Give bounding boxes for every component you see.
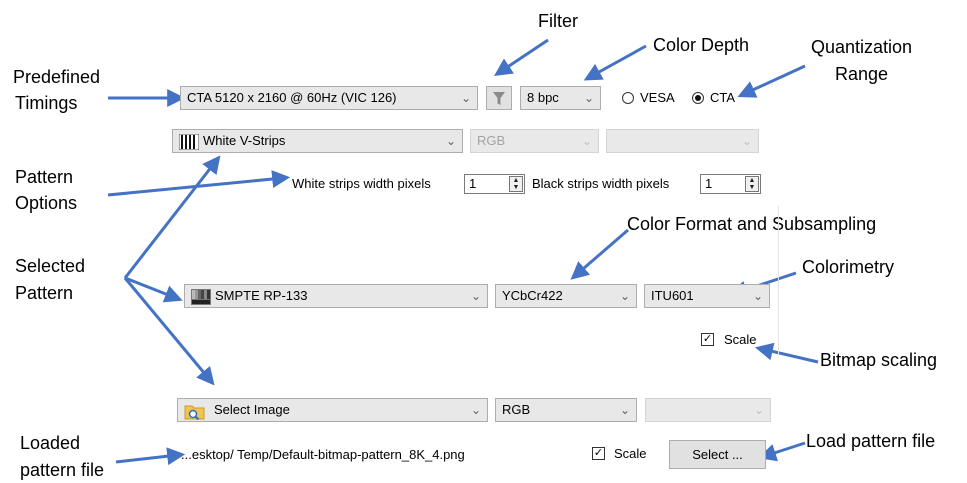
- color-format-arrow: [570, 228, 629, 280]
- chevron-down-icon: ⌄: [470, 403, 481, 417]
- timing-select-value: CTA 5120 x 2160 @ 60Hz (VIC 126): [187, 90, 397, 105]
- cta-radio[interactable]: [692, 92, 704, 104]
- vesa-label: VESA: [640, 90, 675, 105]
- color-format-select-1[interactable]: RGB ⌄: [470, 129, 599, 153]
- chevron-down-icon: ⌄: [752, 289, 763, 303]
- annotation-color-format: Color Format and Subsampling: [627, 214, 877, 234]
- selected-pattern-arrow-up: [123, 155, 221, 279]
- colorimetry-2-value: ITU601: [651, 288, 694, 303]
- colorimetry-select-2[interactable]: ITU601 ⌄: [644, 284, 770, 308]
- color-format-3-value: RGB: [502, 402, 531, 417]
- selected-pattern-arrow-mid: [124, 276, 183, 303]
- chevron-down-icon: ⌄: [445, 134, 456, 148]
- annotation-loaded-2: pattern file: [20, 460, 105, 480]
- annotation-selected-2: Pattern: [15, 283, 74, 303]
- vesa-radio[interactable]: [622, 92, 634, 104]
- chevron-down-icon: ⌄: [583, 91, 594, 105]
- chevron-down-icon: ⌄: [619, 289, 630, 303]
- scale-label-3: Scale: [614, 446, 647, 461]
- stepper-arrows-icon[interactable]: ▲ ▼: [509, 176, 523, 192]
- white-strips-stepper[interactable]: 1 ▲ ▼: [464, 174, 525, 194]
- color-format-select-2[interactable]: YCbCr422 ⌄: [495, 284, 637, 308]
- chevron-down-icon: ⌄: [460, 91, 471, 105]
- black-strips-value: 1: [705, 176, 713, 191]
- filter-button[interactable]: [486, 86, 512, 110]
- white-strips-value: 1: [469, 176, 477, 191]
- chevron-down-icon: ⌄: [741, 134, 752, 148]
- color-format-select-3[interactable]: RGB ⌄: [495, 398, 637, 422]
- stepper-arrows-icon[interactable]: ▲ ▼: [745, 176, 759, 192]
- folder-search-icon: [184, 405, 205, 420]
- scale-label-2: Scale: [724, 332, 757, 347]
- annotation-color-depth: Color Depth: [653, 35, 750, 55]
- panel-divider: [778, 206, 779, 356]
- pattern-select-3-value: Select Image: [214, 402, 290, 417]
- chevron-down-icon: ⌄: [470, 289, 481, 303]
- colorimetry-select-1[interactable]: ⌄: [606, 129, 759, 153]
- smpte-pattern-icon: [191, 289, 211, 305]
- loaded-file-arrow: [115, 447, 186, 466]
- pattern-select-2[interactable]: SMPTE RP-133 ⌄: [184, 284, 488, 308]
- quantization-arrow: [737, 64, 806, 98]
- load-pattern-arrow: [758, 441, 806, 462]
- pattern-select-1[interactable]: White V-Strips ⌄: [172, 129, 463, 153]
- color-depth-select[interactable]: 8 bpc ⌄: [520, 86, 601, 110]
- annotation-predefined-1: Predefined: [13, 67, 101, 87]
- annotation-bitmap-scaling: Bitmap scaling: [820, 350, 938, 370]
- pattern-select-1-value: White V-Strips: [203, 133, 286, 148]
- annotation-loaded-1: Loaded: [20, 433, 81, 453]
- loaded-file-path: ...esktop/ Temp/Default-bitmap-pattern_8…: [181, 447, 465, 462]
- chevron-down-icon: ⌄: [619, 403, 630, 417]
- color-format-2-value: YCbCr422: [502, 288, 563, 303]
- annotation-quantization-2: Range: [835, 64, 889, 84]
- pattern-select-3[interactable]: Select Image ⌄: [177, 398, 488, 422]
- timing-select[interactable]: CTA 5120 x 2160 @ 60Hz (VIC 126) ⌄: [180, 86, 478, 110]
- annotation-predefined-2: Timings: [15, 93, 78, 113]
- vertical-strips-icon: [179, 134, 199, 150]
- filter-arrow: [494, 38, 549, 76]
- select-file-button[interactable]: Select ...: [669, 440, 766, 469]
- colorimetry-select-3[interactable]: ⌄: [645, 398, 771, 422]
- annotation-pattern-options-2: Options: [15, 193, 78, 213]
- bitmap-scaling-arrow: [754, 342, 819, 364]
- black-strips-label: Black strips width pixels: [532, 176, 670, 191]
- pattern-select-2-value: SMPTE RP-133: [215, 288, 308, 303]
- annotation-load-pattern-file: Load pattern file: [806, 431, 936, 451]
- scale-checkbox-2[interactable]: ✓: [701, 333, 714, 346]
- white-strips-label: White strips width pixels: [292, 176, 431, 191]
- annotation-filter: Filter: [538, 11, 578, 31]
- annotation-selected-1: Selected: [15, 256, 86, 276]
- color-format-1-value: RGB: [477, 133, 506, 148]
- pattern-options-arrow: [107, 170, 291, 197]
- annotation-quantization-1: Quantization: [811, 37, 913, 57]
- filter-icon: [493, 92, 505, 105]
- scale-checkbox-3[interactable]: ✓: [592, 447, 605, 460]
- annotation-colorimetry: Colorimetry: [802, 257, 895, 277]
- cta-label: CTA: [710, 90, 736, 105]
- color-depth-value: 8 bpc: [527, 90, 559, 105]
- color-depth-arrow: [583, 44, 647, 81]
- chevron-down-icon: ⌄: [753, 403, 764, 417]
- black-strips-stepper[interactable]: 1 ▲ ▼: [700, 174, 761, 194]
- annotation-pattern-options-1: Pattern: [15, 167, 74, 187]
- chevron-down-icon: ⌄: [581, 134, 592, 148]
